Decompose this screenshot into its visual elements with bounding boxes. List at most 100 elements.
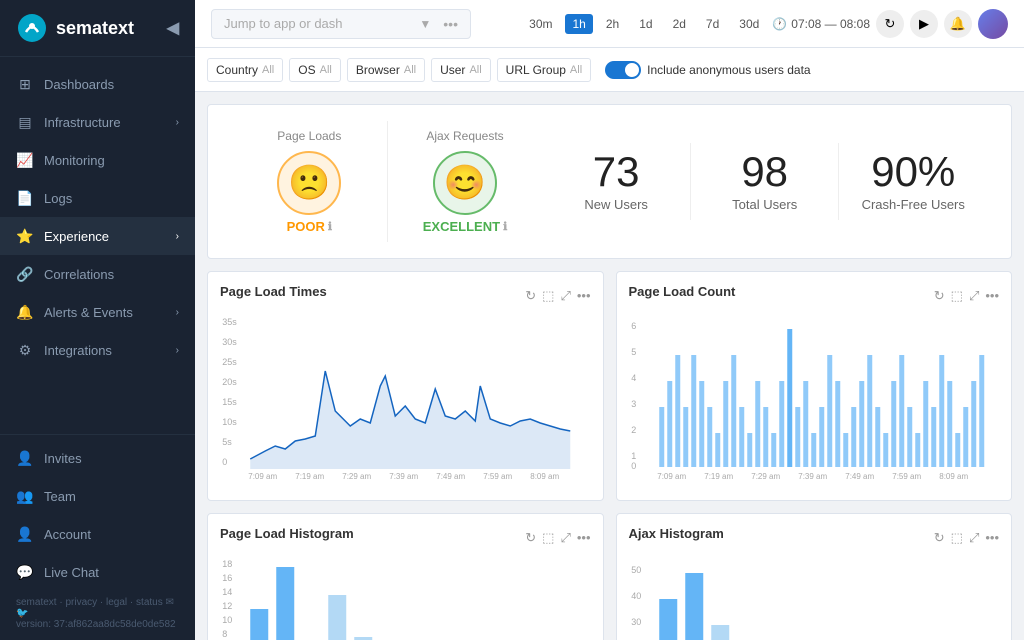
sidebar-item-integrations[interactable]: ⚙ Integrations › (0, 331, 195, 369)
svg-text:5: 5 (631, 347, 636, 357)
plug-icon: ⚙ (16, 341, 34, 359)
more-chart-icon[interactable]: ••• (985, 288, 999, 304)
filter-user[interactable]: User All (431, 58, 491, 82)
topbar-right: 30m 1h 2h 1d 2d 7d 30d 🕐 07:08 — 08:08 ↻… (522, 9, 1008, 39)
time-btn-7d[interactable]: 7d (699, 14, 726, 34)
sidebar-item-correlations[interactable]: 🔗 Correlations (0, 255, 195, 293)
sidebar-item-label: Monitoring (44, 153, 179, 168)
sidebar-nav: ⊞ Dashboards ▤ Infrastructure › 📈 Monito… (0, 57, 195, 434)
expand-icon[interactable]: ⤢ (560, 530, 570, 546)
ajax-histogram-title: Ajax Histogram (629, 526, 724, 541)
stats-row: Page Loads 🙁 POOR ℹ Ajax Requests 😊 EXCE… (207, 104, 1012, 259)
more-chart-icon[interactable]: ••• (577, 288, 591, 304)
anonymous-toggle[interactable] (605, 61, 641, 79)
time-btn-1d[interactable]: 1d (632, 14, 659, 34)
dropdown-icon[interactable]: ▼ (419, 17, 431, 31)
sidebar-item-infrastructure[interactable]: ▤ Infrastructure › (0, 103, 195, 141)
crash-free-value: 90% (871, 151, 955, 193)
sidebar-item-label: Logs (44, 191, 179, 206)
file-text-icon: 📄 (16, 189, 34, 207)
expand-icon[interactable]: ⤢ (969, 288, 979, 304)
bell-icon: 🔔 (16, 303, 34, 321)
more-chart-icon[interactable]: ••• (985, 530, 999, 546)
sidebar-item-team[interactable]: 👥 Team (0, 477, 195, 515)
svg-text:10s: 10s (222, 417, 237, 427)
svg-text:2: 2 (631, 425, 636, 435)
page-load-histogram-chart: 18 16 14 12 10 8 6 4 (220, 553, 591, 640)
svg-text:12: 12 (222, 601, 232, 611)
sidebar-item-label: Dashboards (44, 77, 179, 92)
sidebar-collapse-btn[interactable]: ◀ (167, 18, 179, 38)
snapshot-icon[interactable]: ⬚ (951, 530, 963, 546)
svg-text:10: 10 (222, 615, 232, 625)
sidebar-item-alerts[interactable]: 🔔 Alerts & Events › (0, 293, 195, 331)
svg-text:0: 0 (631, 461, 636, 471)
svg-text:0: 0 (222, 457, 227, 467)
expand-icon[interactable]: ⤢ (969, 530, 979, 546)
sidebar-item-invites[interactable]: 👤 Invites (0, 439, 195, 477)
svg-text:7:39 am: 7:39 am (798, 472, 827, 481)
sidebar-item-dashboards[interactable]: ⊞ Dashboards (0, 65, 195, 103)
filter-os[interactable]: OS All (289, 58, 341, 82)
sidebar-item-experience[interactable]: ⭐ Experience › (0, 217, 195, 255)
info-icon[interactable]: ℹ (503, 220, 507, 233)
sidebar-item-monitoring[interactable]: 📈 Monitoring (0, 141, 195, 179)
chevron-right-icon: › (176, 345, 179, 356)
info-icon[interactable]: ℹ (328, 220, 332, 233)
ajax-rating: EXCELLENT ℹ (423, 219, 507, 234)
time-btn-30m[interactable]: 30m (522, 14, 559, 34)
page-loads-smiley: 🙁 (277, 151, 341, 215)
svg-text:7:39 am: 7:39 am (389, 472, 418, 481)
play-button[interactable]: ▶ (910, 10, 938, 38)
time-btn-30d[interactable]: 30d (732, 14, 766, 34)
svg-text:40: 40 (631, 591, 641, 601)
page-load-count-title: Page Load Count (629, 284, 736, 299)
new-users-block: 73 New Users (542, 143, 690, 220)
refresh-button[interactable]: ↻ (876, 10, 904, 38)
svg-text:5s: 5s (222, 437, 232, 447)
sidebar-item-logs[interactable]: 📄 Logs (0, 179, 195, 217)
expand-icon[interactable]: ⤢ (560, 288, 570, 304)
user-plus-icon: 👤 (16, 449, 34, 467)
page-load-times-chart: 35s 30s 25s 20s 15s 10s 5s 0 7:09 am 7:1… (220, 311, 591, 481)
more-icon[interactable]: ••• (443, 16, 458, 32)
filter-browser[interactable]: Browser All (347, 58, 425, 82)
sidebar-item-label: Infrastructure (44, 115, 166, 130)
filterbar: Country All OS All Browser All User All … (195, 48, 1024, 92)
svg-text:3: 3 (631, 399, 636, 409)
sidebar-item-account[interactable]: 👤 Account (0, 515, 195, 553)
search-placeholder: Jump to app or dash (224, 16, 413, 31)
ajax-label: Ajax Requests (426, 129, 503, 143)
filter-url-group[interactable]: URL Group All (497, 58, 591, 82)
more-chart-icon[interactable]: ••• (577, 530, 591, 546)
time-range-display: 🕐 07:08 — 08:08 (772, 17, 870, 31)
ajax-histogram-chart: 50 40 30 20 10 (629, 553, 1000, 640)
time-btn-2h[interactable]: 2h (599, 14, 626, 34)
notifications-button[interactable]: 🔔 (944, 10, 972, 38)
refresh-chart-icon[interactable]: ↻ (934, 530, 945, 546)
snapshot-icon[interactable]: ⬚ (542, 530, 554, 546)
sidebar-item-livechat[interactable]: 💬 Live Chat (0, 553, 195, 591)
refresh-chart-icon[interactable]: ↻ (525, 530, 536, 546)
total-users-block: 98 Total Users (690, 143, 839, 220)
refresh-chart-icon[interactable]: ↻ (525, 288, 536, 304)
refresh-chart-icon[interactable]: ↻ (934, 288, 945, 304)
chart-actions: ↻ ⬚ ⤢ ••• (525, 288, 590, 304)
svg-text:7:59 am: 7:59 am (892, 472, 921, 481)
grid-icon: ⊞ (16, 75, 34, 93)
svg-text:30: 30 (631, 617, 641, 627)
snapshot-icon[interactable]: ⬚ (542, 288, 554, 304)
svg-text:7:19 am: 7:19 am (295, 472, 324, 481)
chart-header: Page Load Count ↻ ⬚ ⤢ ••• (629, 284, 1000, 307)
svg-text:8:09 am: 8:09 am (530, 472, 559, 481)
time-btn-2d[interactable]: 2d (666, 14, 693, 34)
search-box[interactable]: Jump to app or dash ▼ ••• (211, 9, 471, 39)
svg-text:7:29 am: 7:29 am (751, 472, 780, 481)
avatar[interactable] (978, 9, 1008, 39)
snapshot-icon[interactable]: ⬚ (951, 288, 963, 304)
time-btn-1h[interactable]: 1h (565, 14, 592, 34)
sidebar-logo: sematext ◀ (0, 0, 195, 57)
filter-country[interactable]: Country All (207, 58, 283, 82)
chart-header: Page Load Histogram ↻ ⬚ ⤢ ••• (220, 526, 591, 549)
page-load-histogram-card: Page Load Histogram ↻ ⬚ ⤢ ••• 18 16 14 1… (207, 513, 604, 640)
